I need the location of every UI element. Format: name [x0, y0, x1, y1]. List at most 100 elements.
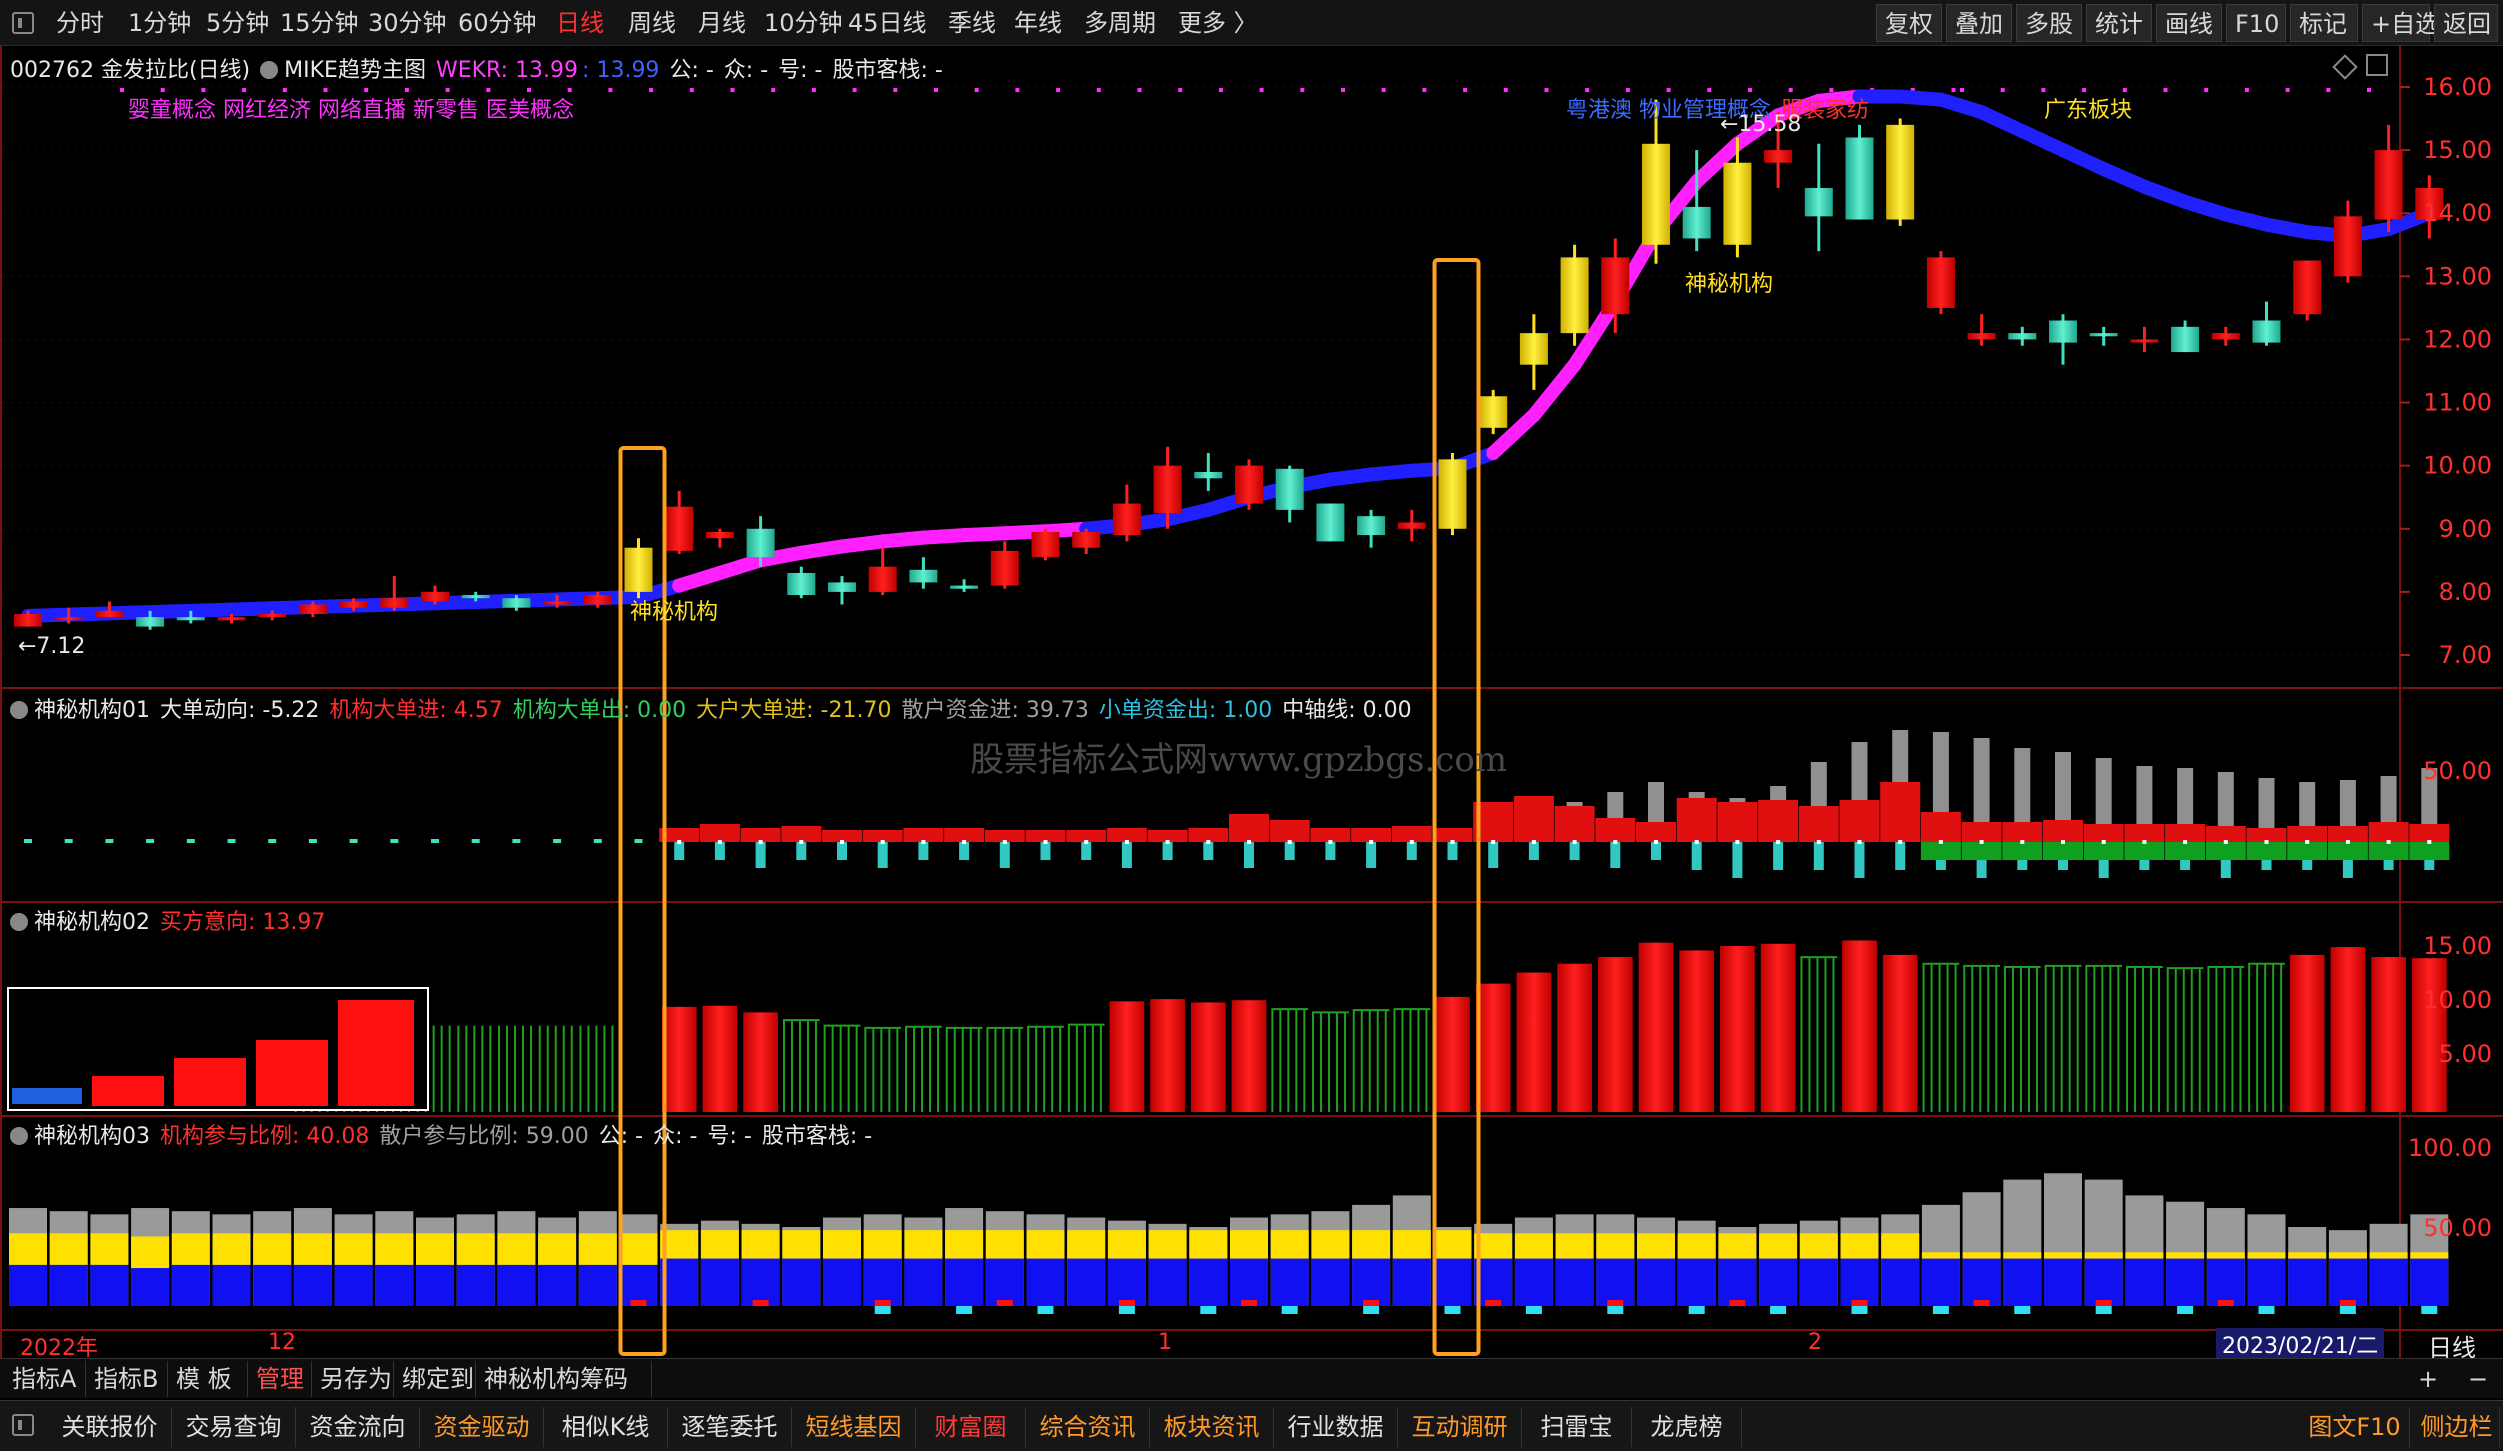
- p1-red: [1880, 782, 1921, 842]
- p1-dot: [2264, 840, 2269, 844]
- bottom-button-11[interactable]: 互动调研: [1398, 1407, 1522, 1447]
- bottom-button-6[interactable]: 短线基因: [792, 1407, 916, 1447]
- tab-3[interactable]: 管理: [248, 1361, 312, 1397]
- tab-0[interactable]: 指标A: [4, 1361, 86, 1397]
- bottom-button-2[interactable]: 资金流向: [296, 1407, 420, 1447]
- p2-bar-21: [864, 1026, 902, 1112]
- p1-bar-24: [984, 830, 1025, 868]
- tab-1[interactable]: 指标B: [86, 1361, 168, 1397]
- p3-blue: [1759, 1258, 1798, 1306]
- candle-body: [2049, 320, 2077, 343]
- panel3-toggle-icon[interactable]: [10, 1127, 28, 1145]
- p3-yellow: [782, 1230, 821, 1259]
- panel1-toggle-icon[interactable]: [10, 701, 28, 719]
- bottom-button-1[interactable]: 交易查询: [172, 1407, 296, 1447]
- menu-icon[interactable]: [12, 12, 34, 34]
- period-13[interactable]: 多周期: [1076, 0, 1164, 46]
- panel2-field: 买方意向: 13.97: [160, 910, 326, 935]
- p1-teal: [1569, 842, 1580, 860]
- p2-red: [1597, 957, 1633, 1112]
- period-9[interactable]: 10分钟: [756, 0, 851, 46]
- p3-bar-56: [2288, 1227, 2327, 1306]
- zoom-out-button[interactable]: −: [2460, 1361, 2496, 1397]
- toolbar-button-4[interactable]: 画线: [2156, 4, 2222, 42]
- toolbar-button-2[interactable]: 多股: [2016, 4, 2082, 42]
- period-14[interactable]: 更多 〉: [1170, 0, 1266, 46]
- bottom-button-8[interactable]: 综合资讯: [1026, 1407, 1150, 1447]
- bottom-button-9[interactable]: 板块资讯: [1150, 1407, 1274, 1447]
- p3-yellow: [863, 1230, 902, 1259]
- p1-red: [740, 828, 781, 842]
- p1-red: [1676, 798, 1717, 842]
- bottom-button-12[interactable]: 扫雷宝: [1522, 1407, 1632, 1447]
- p1-green: [2409, 842, 2450, 860]
- bottom-right-button-0[interactable]: 图文F10: [2300, 1407, 2410, 1447]
- tab-2[interactable]: 模 板: [168, 1361, 248, 1397]
- top-dot: [1960, 88, 1964, 92]
- period-11[interactable]: 季线: [940, 0, 1004, 46]
- annotation-2: 神秘机构: [1685, 272, 1774, 297]
- p2-red: [1150, 999, 1185, 1112]
- toolbar-button-0[interactable]: 复权: [1876, 4, 1942, 42]
- p3-bar-3: [131, 1208, 170, 1306]
- tab-6[interactable]: 神秘机构筹码: [476, 1361, 652, 1397]
- tab-4[interactable]: 另存为: [312, 1361, 394, 1397]
- period-2[interactable]: 5分钟: [198, 0, 277, 46]
- bottom-button-0[interactable]: 关联报价: [48, 1407, 172, 1447]
- top-dot: [1178, 88, 1183, 92]
- p1-teal: [959, 842, 970, 860]
- p3-cyan: [1281, 1306, 1298, 1314]
- bottom-menu-icon[interactable]: [12, 1414, 34, 1436]
- p3-blue: [2247, 1258, 2286, 1306]
- period-7[interactable]: 周线: [620, 0, 684, 46]
- bottom-button-4[interactable]: 相似K线: [544, 1407, 668, 1447]
- p1-green: [2002, 842, 2043, 860]
- trend-line: [21, 89, 2437, 623]
- p3-yellow: [1637, 1233, 1675, 1259]
- bottom-right-button-1[interactable]: 侧边栏: [2414, 1407, 2500, 1447]
- p3-yellow: [375, 1233, 414, 1265]
- period-5[interactable]: 60分钟: [450, 0, 545, 46]
- panel2-name[interactable]: 神秘机构02: [34, 910, 150, 935]
- toolbar-button-1[interactable]: 叠加: [1946, 4, 2012, 42]
- bottom-button-5[interactable]: 逐笔委托: [668, 1407, 792, 1447]
- indicator-toggle-icon[interactable]: [260, 61, 279, 79]
- bottom-button-3[interactable]: 资金驱动: [420, 1407, 544, 1447]
- layout-icon[interactable]: [2366, 54, 2388, 76]
- toolbar-button-5[interactable]: F10: [2226, 4, 2286, 42]
- bottom-button-13[interactable]: 龙虎榜: [1632, 1407, 1742, 1447]
- p3-yellow: [1352, 1230, 1391, 1259]
- bottom-button-10[interactable]: 行业数据: [1274, 1407, 1398, 1447]
- indicator-name[interactable]: MIKE趋势主图: [284, 58, 426, 83]
- p3-cyan: [2177, 1306, 2194, 1314]
- period-0[interactable]: 分时: [48, 0, 112, 46]
- period-1[interactable]: 1分钟: [120, 0, 199, 46]
- candle-body: [543, 601, 572, 605]
- p1-red: [1920, 812, 1961, 842]
- p3-yellow: [1392, 1230, 1431, 1259]
- period-3[interactable]: 15分钟: [272, 0, 367, 46]
- bottom-button-7[interactable]: 财富圈: [916, 1407, 1026, 1447]
- period-12[interactable]: 年线: [1006, 0, 1070, 46]
- p1-dot: [1694, 840, 1699, 844]
- period-8[interactable]: 月线: [690, 0, 754, 46]
- toolbar-button-6[interactable]: 标记: [2290, 4, 2358, 42]
- toolbar-button-3[interactable]: 统计: [2086, 4, 2152, 42]
- p1-bar-58: [2368, 776, 2409, 870]
- zoom-in-button[interactable]: +: [2410, 1361, 2446, 1397]
- toolbar-button-7[interactable]: +自选: [2362, 4, 2439, 42]
- tab-5[interactable]: 绑定到: [394, 1361, 476, 1397]
- p3-yellow: [1799, 1233, 1838, 1259]
- p3-blue: [1840, 1258, 1879, 1306]
- p3-blue: [1230, 1258, 1268, 1306]
- period-10[interactable]: 45日线: [840, 0, 935, 46]
- p1-dot: [962, 840, 967, 844]
- p1-green: [2205, 842, 2246, 860]
- p1-dot: [921, 840, 926, 844]
- panel2-toggle-icon[interactable]: [10, 913, 28, 931]
- panel1-name[interactable]: 神秘机构01: [34, 698, 150, 723]
- panel3-name[interactable]: 神秘机构03: [34, 1124, 150, 1149]
- period-6[interactable]: 日线: [548, 0, 612, 46]
- toolbar-button-8[interactable]: 返回: [2434, 4, 2498, 42]
- period-4[interactable]: 30分钟: [360, 0, 455, 46]
